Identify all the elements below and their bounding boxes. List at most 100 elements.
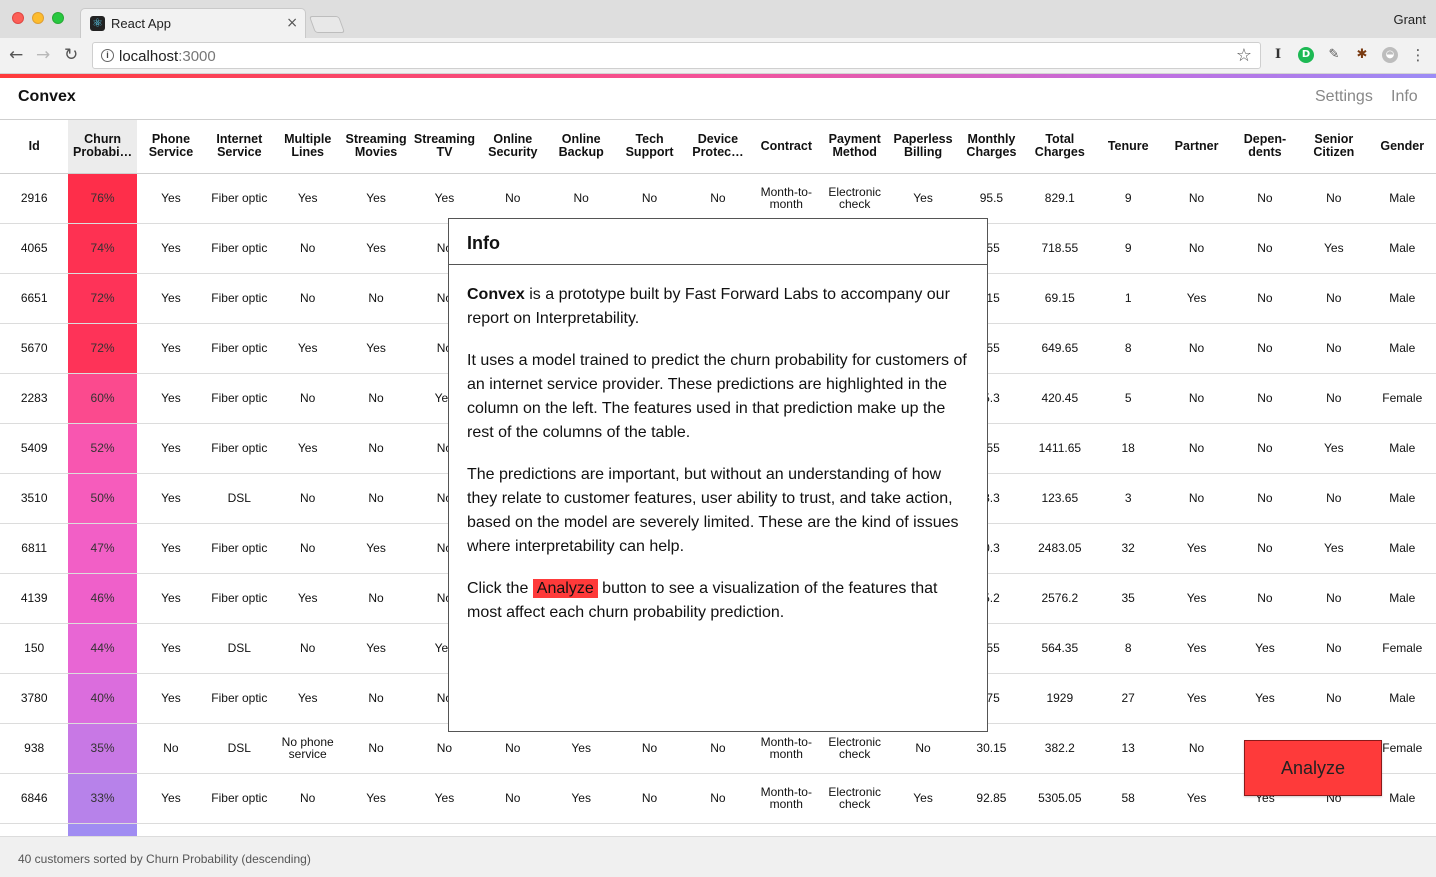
table-cell [821,823,889,836]
column-header[interactable]: Phone Service [136,120,206,174]
table-cell: 3780 [0,673,69,724]
table-cell: 5 [1094,373,1163,424]
table-cell: 150 [0,623,69,674]
address-bar[interactable]: i localhost:3000 ☆ [92,42,1261,69]
table-cell: Yes [1162,573,1231,624]
table-cell: Yes [273,573,342,624]
table-cell: Yes [1299,423,1369,474]
table-cell: Female [1368,373,1436,424]
back-arrow-icon[interactable]: ← [9,45,23,65]
table-cell: Fiber optic [205,773,274,824]
reload-icon[interactable]: ↻ [64,45,78,65]
table-cell: No [478,173,547,224]
table-cell: No [1299,373,1369,424]
table-cell: No [341,373,411,424]
table-cell: Yes [273,673,342,724]
extension-bug-icon[interactable]: ✱ [1354,47,1370,63]
table-cell: No [615,773,684,824]
browser-menu-icon[interactable]: ⋮ [1410,47,1426,63]
analyze-button[interactable]: Analyze [1244,740,1382,796]
table-cell: Male [1368,173,1436,224]
tab-close-icon[interactable]: × [286,15,298,31]
column-header[interactable]: Multiple Lines [273,120,342,174]
table-header-row: Id Churn Probabi… Phone Service Internet Se… [0,120,1436,174]
table-cell: Electronic check [820,173,889,224]
table-cell: 9 [1094,223,1163,274]
minimize-window-button[interactable] [32,12,44,24]
modal-paragraph-3: The predictions are important, but witho… [467,466,959,555]
table-cell: Female [1368,623,1436,674]
extension-i-icon[interactable]: I [1270,47,1286,63]
table-row[interactable]: 6846 33% Yes Fiber optic No Yes Yes No Yes No No Mo… [0,773,1436,824]
column-header[interactable]: Partner [1162,120,1231,174]
modal-title: Info [449,219,987,265]
table-cell: No [1299,173,1369,224]
table-row[interactable]: 2916 76% Yes Fiber optic Yes Yes Yes No No No No Mo… [0,173,1436,224]
table-cell: No [1299,473,1369,524]
column-header[interactable]: Device Protec… [683,120,753,174]
table-cell: Yes [273,323,342,374]
table-cell: DSL [205,723,274,774]
table-cell [274,823,342,836]
column-header[interactable]: Online Security [478,120,547,174]
close-window-button[interactable] [12,12,24,24]
url-text: localhost:3000 [119,48,216,65]
nav-settings-link[interactable]: Settings [1315,88,1373,106]
table-cell [1162,823,1230,836]
churn-probability-cell: 33% [68,773,137,824]
table-cell: Yes [136,573,206,624]
churn-probability-cell: 46% [68,573,137,624]
browser-toolbar: ← → ↻ i localhost:3000 ☆ I D ✎ ✱ ◒ ⋮ [0,38,1436,74]
extension-gray-icon[interactable]: ◒ [1382,47,1398,63]
table-cell [0,823,68,836]
nav-info-link[interactable]: Info [1391,88,1418,106]
table-cell: No [341,573,411,624]
table-cell: Yes [341,173,411,224]
column-header[interactable]: Internet Service [205,120,274,174]
table-cell: No [1230,423,1300,474]
extension-green-circle-icon[interactable]: D [1298,47,1314,63]
table-cell: Yes [1162,273,1231,324]
churn-probability-cell: 72% [68,273,137,324]
table-cell: Fiber optic [205,523,274,574]
column-header[interactable]: Streaming TV [410,120,479,174]
table-cell: Fiber optic [205,223,274,274]
column-header[interactable]: Monthly Charges [957,120,1026,174]
extension-pin-icon[interactable]: ✎ [1326,47,1342,63]
new-tab-button[interactable] [308,16,346,33]
table-cell: No [1299,673,1369,724]
profile-name[interactable]: Grant [1393,12,1426,27]
table-cell: Fiber optic [205,273,274,324]
column-header[interactable]: Gender [1368,120,1436,174]
column-header[interactable]: Paperless Billing [888,120,958,174]
table-cell: Yes [1162,673,1231,724]
column-header[interactable]: Tenure [1094,120,1163,174]
table-cell: 35 [1094,573,1163,624]
table-cell: No [273,623,342,674]
column-header[interactable]: Total Charges [1025,120,1094,174]
column-header[interactable]: Churn Probabi… [68,120,137,174]
site-info-icon[interactable]: i [101,49,114,62]
maximize-window-button[interactable] [52,12,64,24]
column-header[interactable]: Id [0,120,69,174]
table-cell: 2283 [0,373,69,424]
table-cell [342,823,410,836]
column-header[interactable]: Depen-dents [1230,120,1300,174]
table-cell: 3510 [0,473,69,524]
table-cell: Yes [341,523,411,574]
column-header[interactable]: Online Backup [547,120,616,174]
column-header[interactable]: Senior Citizen [1299,120,1369,174]
table-cell: Yes [136,373,206,424]
forward-arrow-icon[interactable]: → [36,45,50,65]
column-header[interactable]: Tech Support [615,120,684,174]
table-cell: 564.35 [1025,623,1094,674]
column-header[interactable]: Payment Method [820,120,889,174]
table-cell: No [273,273,342,324]
bookmark-star-icon[interactable]: ☆ [1236,45,1252,66]
column-header[interactable]: Streaming Movies [341,120,411,174]
table-cell: 6846 [0,773,69,824]
browser-tab[interactable]: ⚛ React App × [80,8,306,38]
table-cell [752,823,820,836]
column-header[interactable]: Contract [752,120,821,174]
table-cell: Yes [136,673,206,724]
